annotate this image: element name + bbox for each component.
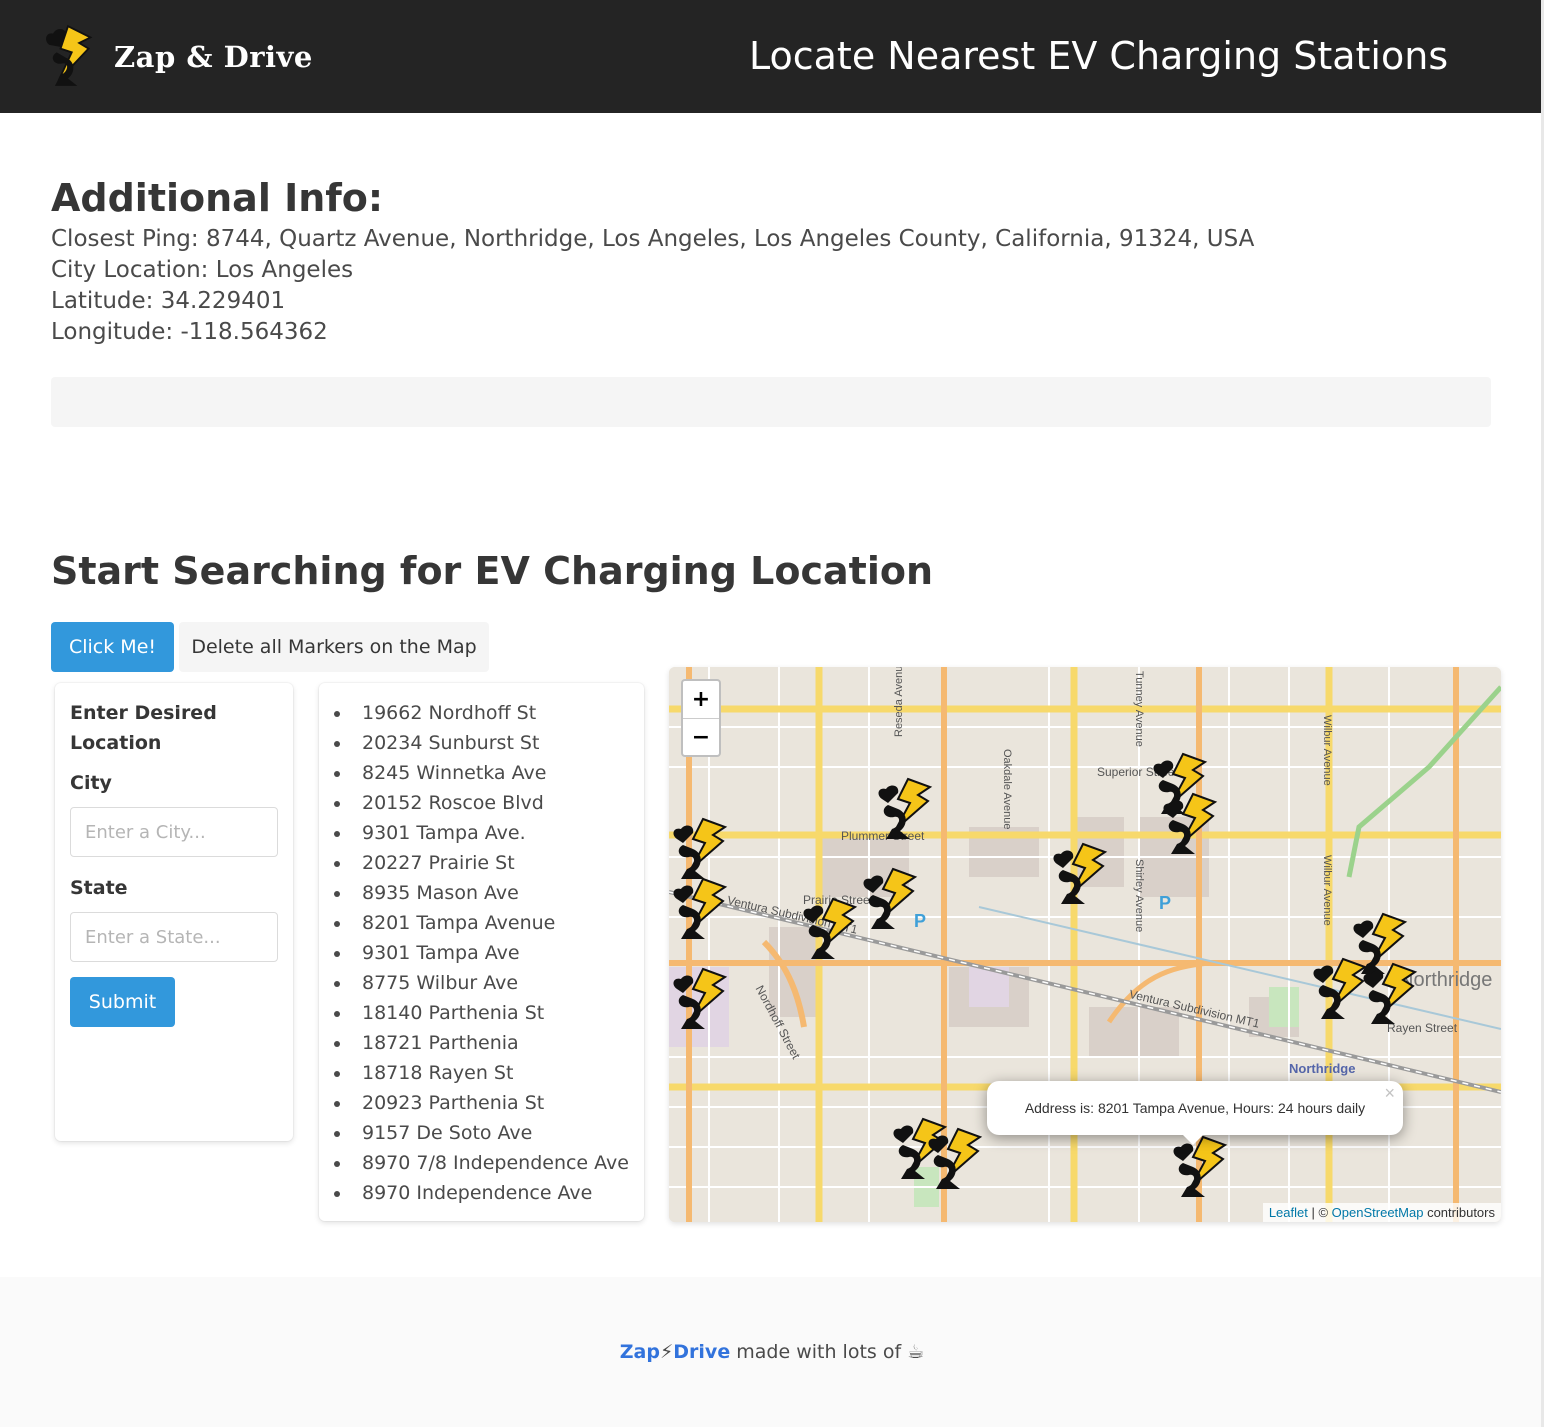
map-label-northridge-small: Northridge bbox=[1289, 1061, 1356, 1076]
station-list-item: 20227 Prairie St bbox=[334, 848, 629, 878]
charging-station-marker-icon[interactable] bbox=[924, 1127, 984, 1191]
station-list-item: 20234 Sunburst St bbox=[334, 728, 629, 758]
charging-station-marker-icon[interactable] bbox=[669, 817, 729, 881]
station-list-item: 9301 Tampa Ave bbox=[334, 938, 629, 968]
station-list: 19662 Nordhoff St 20234 Sunburst St 8245 W… bbox=[319, 683, 644, 1221]
station-list-item: 20923 Parthenia St bbox=[334, 1088, 629, 1118]
station-list-item: 18721 Parthenia bbox=[334, 1028, 629, 1058]
map-label-wilbur-1: Wilbur Avenue bbox=[1321, 715, 1333, 786]
station-list-item: 18140 Parthenia St bbox=[334, 998, 629, 1028]
search-heading: Start Searching for EV Charging Location bbox=[51, 549, 933, 593]
station-list-item: 18718 Rayen St bbox=[334, 1058, 629, 1088]
brand[interactable]: Zap & Drive bbox=[40, 24, 313, 90]
header-title: Locate Nearest EV Charging Stations bbox=[749, 34, 1449, 78]
charging-station-marker-icon[interactable] bbox=[669, 967, 729, 1031]
closest-ping-text: Closest Ping: 8744, Quartz Avenue, North… bbox=[51, 226, 1255, 252]
city-label: City bbox=[70, 772, 112, 794]
delete-markers-button[interactable]: Delete all Markers on the Map bbox=[179, 622, 489, 672]
coffee-icon: ☕ bbox=[907, 1341, 925, 1363]
charging-station-marker-icon[interactable] bbox=[1159, 792, 1219, 856]
footer-made-with: made with lots of bbox=[730, 1341, 908, 1363]
location-form: Enter Desired Location City State Submit bbox=[55, 683, 293, 1141]
station-list-item: 8935 Mason Ave bbox=[334, 878, 629, 908]
station-list-item: 19662 Nordhoff St bbox=[334, 698, 629, 728]
state-input[interactable] bbox=[70, 912, 278, 962]
footer-brand-left[interactable]: Zap bbox=[620, 1341, 660, 1363]
bolt-icon: ⚡ bbox=[659, 1341, 674, 1363]
longitude-text: Longitude: -118.564362 bbox=[51, 319, 328, 345]
state-label: State bbox=[70, 877, 128, 899]
city-input[interactable] bbox=[70, 807, 278, 857]
info-result-bar bbox=[51, 377, 1491, 427]
popup-tip bbox=[1181, 1133, 1205, 1145]
logo-icon bbox=[46, 24, 93, 86]
station-list-item: 8970 7/8 Independence Ave bbox=[334, 1148, 629, 1178]
attribution-sep: | © bbox=[1307, 1205, 1332, 1220]
info-heading: Additional Info: bbox=[51, 176, 384, 220]
submit-button[interactable]: Submit bbox=[70, 977, 175, 1027]
charging-station-marker-icon[interactable] bbox=[1359, 962, 1419, 1026]
brand-name: Zap & Drive bbox=[114, 40, 313, 74]
map-popup: Address is: 8201 Tampa Avenue, Hours: 24… bbox=[987, 1081, 1403, 1145]
latitude-text: Latitude: 34.229401 bbox=[51, 288, 286, 314]
station-list-item: 8201 Tampa Avenue bbox=[334, 908, 629, 938]
charging-station-marker-icon[interactable] bbox=[669, 877, 729, 941]
zoom-in-button[interactable]: + bbox=[683, 681, 719, 718]
navbar: Zap & Drive Locate Nearest EV Charging S… bbox=[0, 0, 1544, 113]
footer: Zap⚡Drive made with lots of ☕ bbox=[0, 1277, 1544, 1427]
popup-text: Address is: 8201 Tampa Avenue, Hours: 24… bbox=[1024, 1100, 1366, 1116]
charging-station-marker-icon[interactable] bbox=[859, 867, 919, 931]
map[interactable]: Superior Street Plummer Street Prairie S… bbox=[669, 667, 1501, 1222]
map-attribution: Leaflet | © OpenStreetMap contributors bbox=[1262, 1203, 1501, 1222]
form-title: Enter Desired Location bbox=[70, 702, 217, 754]
parking-icon: P bbox=[1159, 893, 1172, 913]
charging-station-marker-icon[interactable] bbox=[799, 897, 859, 961]
station-list-item: 8970 Independence Ave bbox=[334, 1178, 629, 1208]
attribution-tail: contributors bbox=[1423, 1205, 1495, 1220]
station-ul: 19662 Nordhoff St 20234 Sunburst St 8245 W… bbox=[334, 698, 629, 1208]
click-me-button[interactable]: Click Me! bbox=[51, 622, 174, 672]
map-label-reseda: Reseda Avenue bbox=[893, 667, 905, 737]
map-label-tunney: Tunney Avenue bbox=[1133, 671, 1145, 747]
station-list-item: 9301 Tampa Ave. bbox=[334, 818, 629, 848]
map-label-shirley: Shirley Avenue bbox=[1133, 859, 1145, 933]
station-list-item: 9157 De Soto Ave bbox=[334, 1118, 629, 1148]
zoom-control: + − bbox=[681, 679, 721, 757]
osm-link[interactable]: OpenStreetMap bbox=[1332, 1205, 1424, 1220]
charging-station-marker-icon[interactable] bbox=[1049, 842, 1109, 906]
station-list-item: 20152 Roscoe Blvd bbox=[334, 788, 629, 818]
charging-station-marker-icon[interactable] bbox=[874, 777, 934, 841]
leaflet-link[interactable]: Leaflet bbox=[1269, 1205, 1308, 1220]
popup-close-icon[interactable]: × bbox=[1384, 1083, 1395, 1104]
city-location-text: City Location: Los Angeles bbox=[51, 257, 354, 283]
map-label-wilbur-2: Wilbur Avenue bbox=[1321, 855, 1333, 926]
station-list-item: 8775 Wilbur Ave bbox=[334, 968, 629, 998]
zoom-out-button[interactable]: − bbox=[683, 718, 719, 756]
footer-brand-right[interactable]: Drive bbox=[673, 1341, 730, 1363]
footer-text: Zap⚡Drive made with lots of ☕ bbox=[0, 1341, 1544, 1363]
map-label-oakdale: Oakdale Avenue bbox=[1001, 749, 1013, 830]
station-list-item: 8245 Winnetka Ave bbox=[334, 758, 629, 788]
